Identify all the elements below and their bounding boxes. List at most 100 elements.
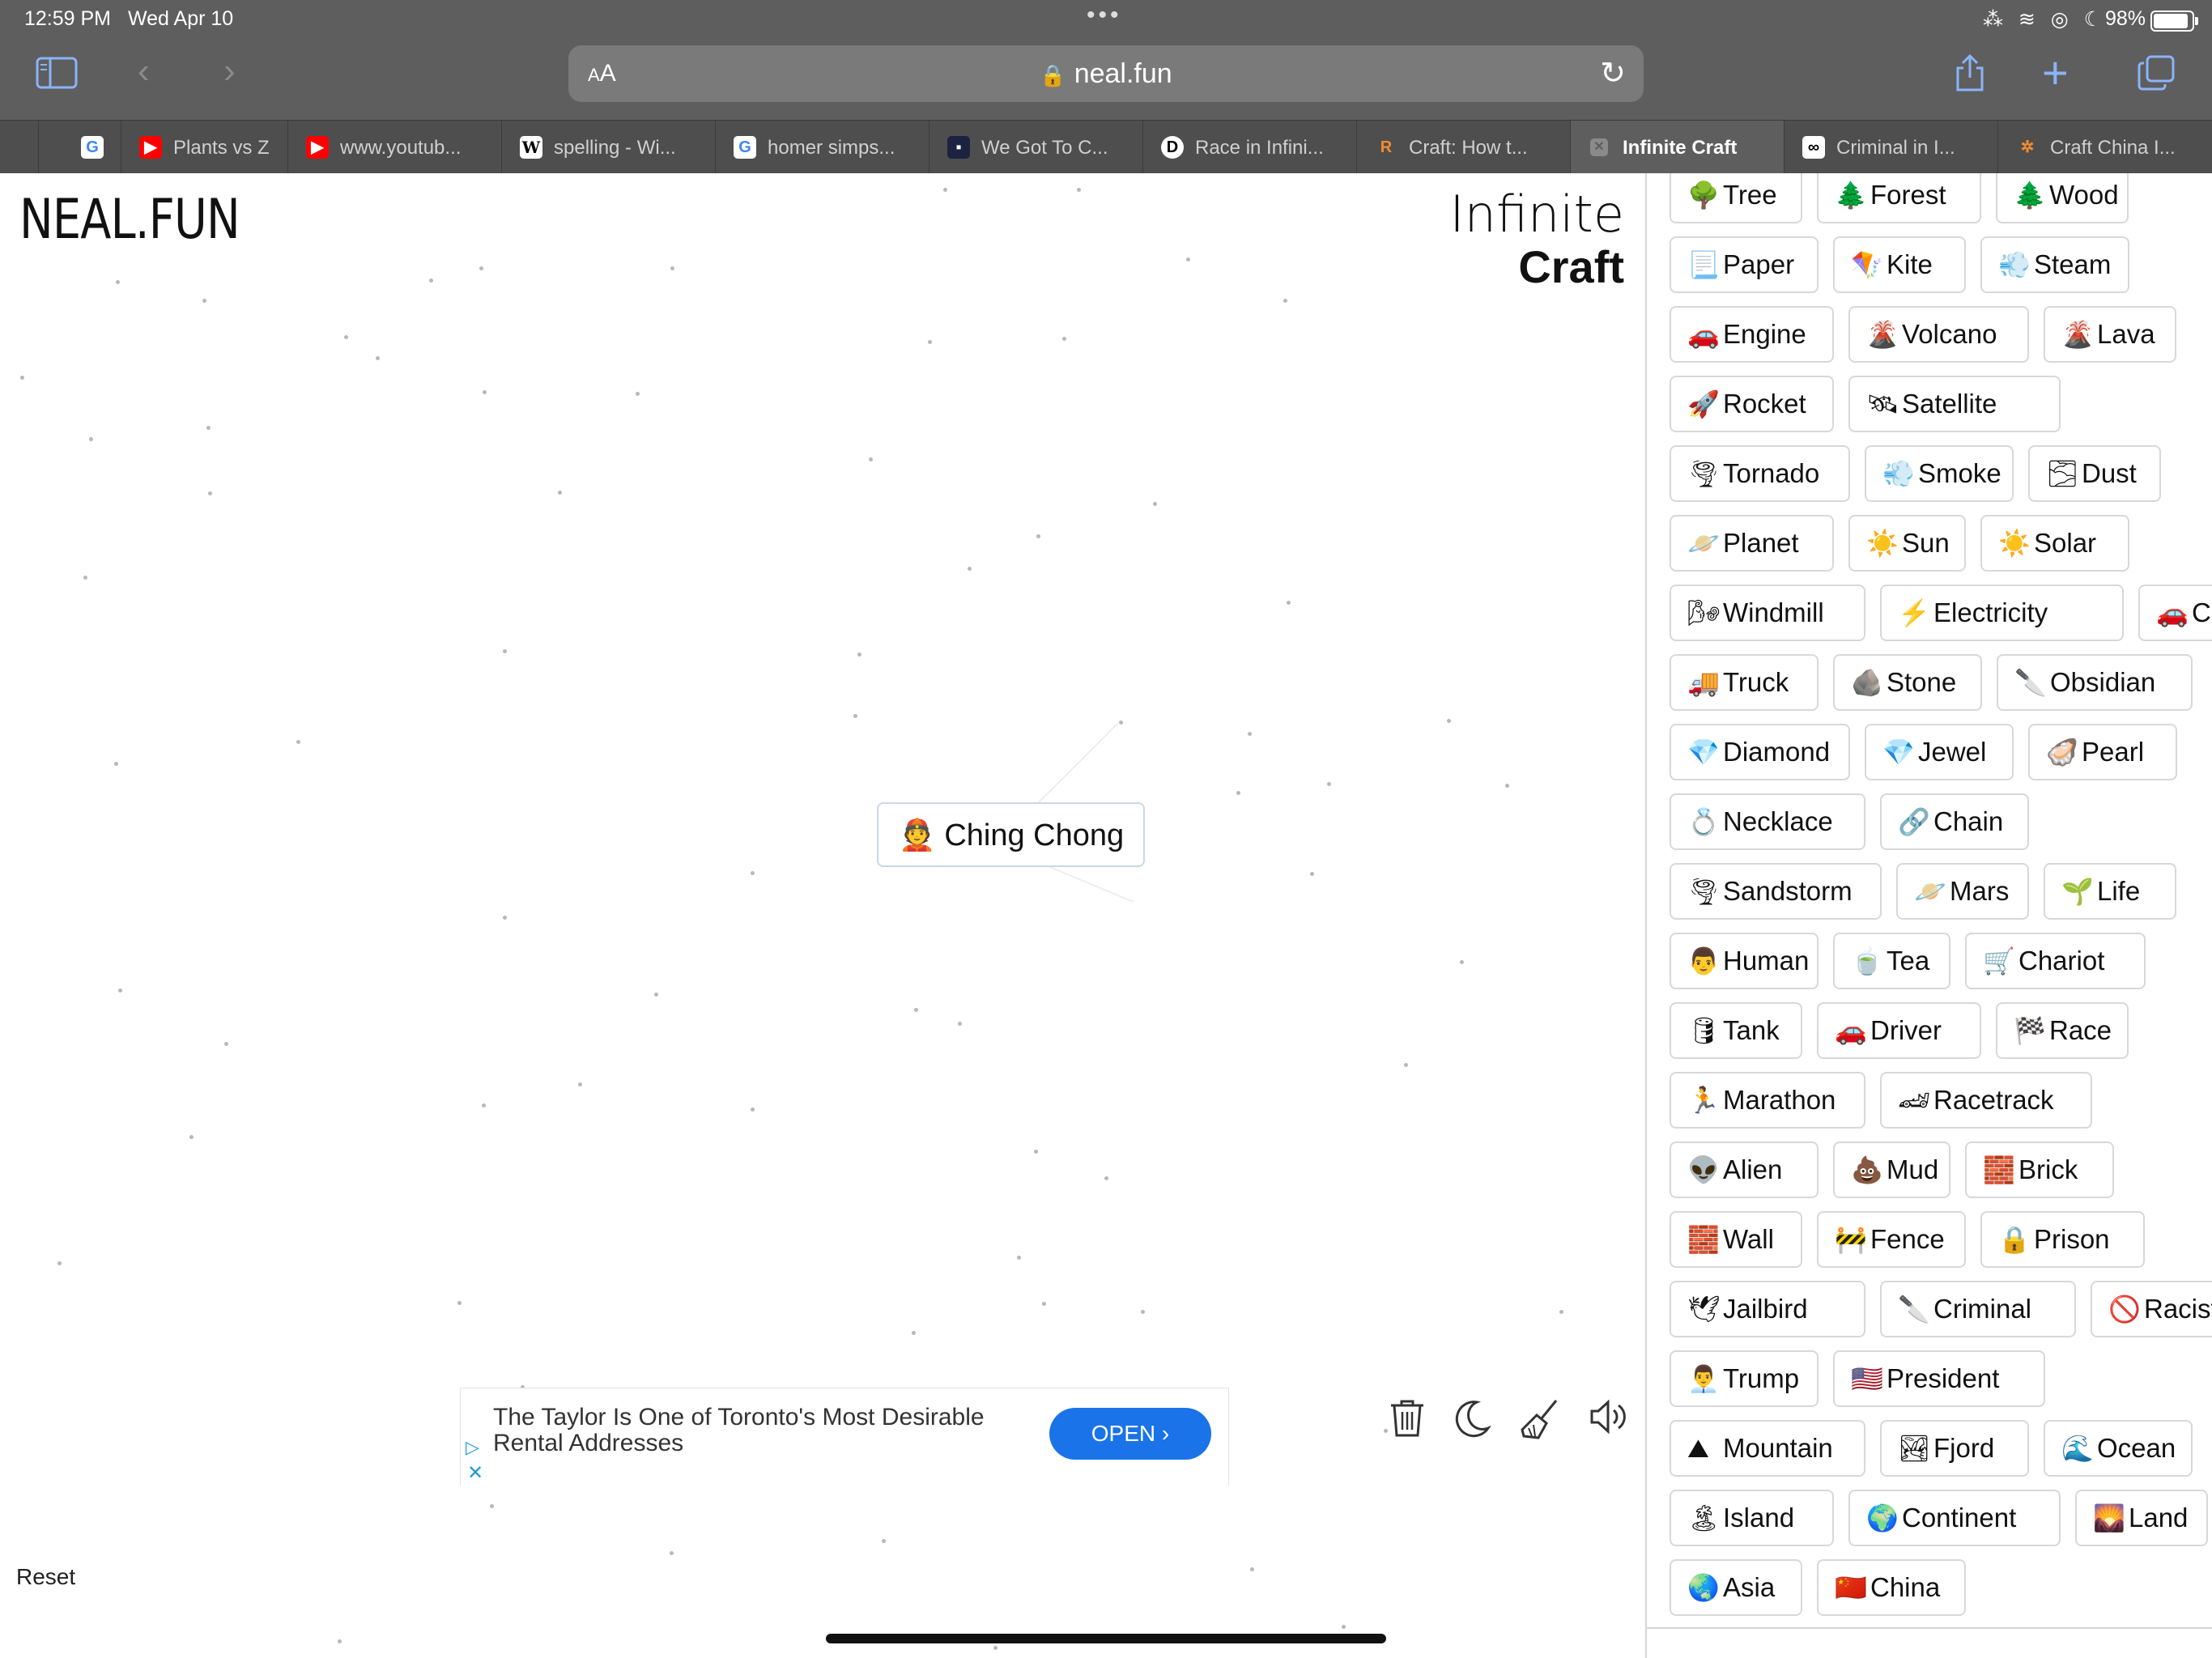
sidebar-item-volcano[interactable]: 🌋 Volcano <box>1848 306 2029 363</box>
sidebar-item-island[interactable]: 🏝 Island <box>1670 1490 1834 1546</box>
canvas-element-ching-chong[interactable]: 👲 Ching Chong <box>877 802 1146 867</box>
sound-icon[interactable] <box>1589 1399 1627 1443</box>
sidebar-item-sun[interactable]: ☀️ Sun <box>1848 515 1966 572</box>
reload-icon[interactable]: ↻ <box>1600 55 1626 91</box>
item-label: Paper <box>1723 249 1795 279</box>
sidebar-item-steam[interactable]: 💨 Steam <box>1980 236 2129 293</box>
sidebar-item-jewel[interactable]: 💎 Jewel <box>1865 724 2014 780</box>
sidebar-item-planet[interactable]: 🪐 Planet <box>1670 515 1834 572</box>
tab-we-got-to[interactable]: ▪ We Got To C... <box>929 121 1143 174</box>
sidebar-item-mars[interactable]: 🪐 Mars <box>1896 863 2029 920</box>
sidebar-item-president[interactable]: 🇺🇸 President <box>1833 1350 2045 1407</box>
home-indicator[interactable] <box>826 1634 1386 1643</box>
sidebar-item-tornado[interactable]: 🌪 Tornado <box>1670 445 1850 502</box>
sidebar-item-stone[interactable]: 🪨 Stone <box>1833 654 1982 711</box>
sidebar-item-marathon[interactable]: 🏃 Marathon <box>1670 1072 1865 1129</box>
sidebar-item-kite[interactable]: 🪁 Kite <box>1833 236 1966 293</box>
tab-wikipedia[interactable]: W spelling - Wi... <box>502 121 716 174</box>
sidebar-item-dust[interactable]: 🌫 Dust <box>2028 445 2161 502</box>
sidebar-item-tank[interactable]: 🛢 Tank <box>1670 1002 1802 1059</box>
sidebar-item-paper[interactable]: 📃 Paper <box>1670 236 1819 293</box>
sidebar-item-mud[interactable]: 💩 Mud <box>1833 1141 1950 1198</box>
sidebar-item-tree[interactable]: 🌳 Tree <box>1670 173 1802 223</box>
back-icon[interactable]: ‹ <box>138 53 150 89</box>
sidebar-item-obsidian[interactable]: 🔪 Obsidian <box>1997 654 2193 711</box>
trash-icon[interactable] <box>1389 1399 1425 1447</box>
sidebar-item-fence[interactable]: 🚧 Fence <box>1817 1211 1966 1268</box>
reset-button[interactable]: Reset <box>16 1564 75 1590</box>
tab-homer-simpson[interactable]: G homer simps... <box>716 121 929 174</box>
sidebar-item-racist[interactable]: 🚫 Racist <box>2091 1281 2212 1337</box>
adchoices-icon[interactable]: ▷ <box>466 1437 479 1458</box>
ad-open-button[interactable]: OPEN › <box>1049 1408 1211 1460</box>
sidebar-item-driver[interactable]: 🚗 Driver <box>1817 1002 1981 1059</box>
multitasking-dots[interactable]: ••• <box>1087 2 1122 29</box>
sidebar-item-diamond[interactable]: 💎 Diamond <box>1670 724 1850 780</box>
site-icon: ∞ <box>1802 136 1825 159</box>
sidebar-item-electricity[interactable]: ⚡ Electricity <box>1880 585 2124 641</box>
new-tab-icon[interactable]: + <box>2042 50 2069 96</box>
tab-infinite-craft[interactable]: ✕ Infinite Craft <box>1571 121 1784 174</box>
tab-overview-icon[interactable] <box>2138 55 2175 97</box>
sidebar-item-china[interactable]: 🇨🇳 China <box>1817 1559 1966 1616</box>
close-icon[interactable]: ✕ <box>467 1461 483 1485</box>
sidebar-item-lava[interactable]: 🌋 Lava <box>2044 306 2176 363</box>
item-label: Brick <box>2018 1154 2078 1184</box>
sidebar-item-asia[interactable]: 🌏 Asia <box>1670 1559 1802 1616</box>
sidebar-item-chariot[interactable]: 🛒 Chariot <box>1965 933 2146 989</box>
sidebar-item-rocket[interactable]: 🚀 Rocket <box>1670 376 1834 432</box>
moon-icon[interactable] <box>1454 1399 1491 1447</box>
sidebar-item-engine[interactable]: 🚗 Engine <box>1670 306 1834 363</box>
sidebar-item-racetrack[interactable]: 🏎 Racetrack <box>1880 1072 2092 1129</box>
neal-fun-logo[interactable]: NEAL.FUN <box>19 188 240 252</box>
sidebar-item-necklace[interactable]: 💍 Necklace <box>1670 793 1865 850</box>
tab-craft-china[interactable]: ✲ Craft China I... <box>1998 121 2212 174</box>
ad-text[interactable]: The Taylor Is One of Toronto's Most Desi… <box>493 1405 1027 1456</box>
sidebar-item-brick[interactable]: 🧱 Brick <box>1965 1141 2114 1198</box>
sidebar-item-sandstorm[interactable]: 🌪 Sandstorm <box>1670 863 1882 920</box>
tab-google[interactable]: G <box>63 121 121 174</box>
url-text[interactable]: 🔒 neal.fun <box>568 58 1644 90</box>
sidebar-item-prison[interactable]: 🔒 Prison <box>1980 1211 2145 1268</box>
sidebar-item-jailbird[interactable]: 🕊 Jailbird <box>1670 1281 1865 1337</box>
sidebar-item-alien[interactable]: 👽 Alien <box>1670 1141 1819 1198</box>
sidebar-item-wall[interactable]: 🧱 Wall <box>1670 1211 1802 1268</box>
sidebar-item-land[interactable]: 🌄 Land <box>2075 1490 2208 1546</box>
sidebar-toggle-icon[interactable] <box>36 57 78 96</box>
sidebar-item-pearl[interactable]: 🦪 Pearl <box>2028 724 2177 780</box>
sidebar-item-solar[interactable]: ☀️ Solar <box>1980 515 2129 572</box>
sidebar-item-satellite[interactable]: 🛰 Satellite <box>1848 376 2061 432</box>
sidebar-item-mountain[interactable]: ⛰ Mountain <box>1670 1420 1865 1477</box>
address-bar[interactable]: AA 🔒 neal.fun ↻ <box>568 45 1644 102</box>
sidebar-item-wood[interactable]: 🌲 Wood <box>1996 173 2129 223</box>
sidebar-item-human[interactable]: 👨 Human <box>1670 933 1819 989</box>
tab-partial[interactable]: W <box>15 121 39 174</box>
sidebar-item-forest[interactable]: 🌲 Forest <box>1817 173 1981 223</box>
item-label: Human <box>1723 946 1810 976</box>
tab-youtube[interactable]: ▶ www.youtub... <box>288 121 502 174</box>
sidebar-item-chain[interactable]: 🔗 Chain <box>1880 793 2029 850</box>
background-particle <box>503 916 507 920</box>
sidebar-item-continent[interactable]: 🌍 Continent <box>1848 1490 2061 1546</box>
tab-criminal-in-infinite[interactable]: ∞ Criminal in I... <box>1784 121 1998 174</box>
broom-icon[interactable] <box>1521 1399 1559 1450</box>
ad-banner[interactable]: ▷ ✕ The Taylor Is One of Toronto's Most … <box>460 1388 1229 1486</box>
elements-sidebar[interactable]: 🌳 Tree 🌲 Forest 🌲 Wood 📃 Paper 🪁 Kite 💨 Steam 🚗 Engin… <box>1645 173 2212 1658</box>
sidebar-item-car[interactable]: 🚗Car <box>2138 585 2212 641</box>
sidebar-item-windmill[interactable]: 🌬 Windmill <box>1670 585 1865 641</box>
sidebar-item-ocean[interactable]: 🌊 Ocean <box>2044 1420 2193 1477</box>
tab-plants-vs-zombies[interactable]: ▶ Plants vs Z <box>121 121 288 174</box>
share-icon[interactable] <box>1953 53 1987 99</box>
sidebar-item-trump[interactable]: 👨‍💼 Trump <box>1670 1350 1819 1407</box>
sidebar-item-tea[interactable]: 🍵 Tea <box>1833 933 1950 989</box>
forward-icon[interactable]: › <box>223 53 236 89</box>
sidebar-item-truck[interactable]: 🚚 Truck <box>1670 654 1819 711</box>
sidebar-item-life[interactable]: 🌱 Life <box>2044 863 2176 920</box>
sidebar-item-fjord[interactable]: 🏞 Fjord <box>1880 1420 2029 1477</box>
close-tab-icon[interactable]: ✕ <box>1590 138 1608 156</box>
sidebar-item-race[interactable]: 🏁 Race <box>1996 1002 2129 1059</box>
tab-craft-how-to[interactable]: R Craft: How t... <box>1357 121 1571 174</box>
sidebar-item-criminal[interactable]: 🔪 Criminal <box>1880 1281 2076 1337</box>
sidebar-item-smoke[interactable]: 💨 Smoke <box>1865 445 2014 502</box>
tab-race-in-infinite[interactable]: D Race in Infini... <box>1143 121 1357 174</box>
